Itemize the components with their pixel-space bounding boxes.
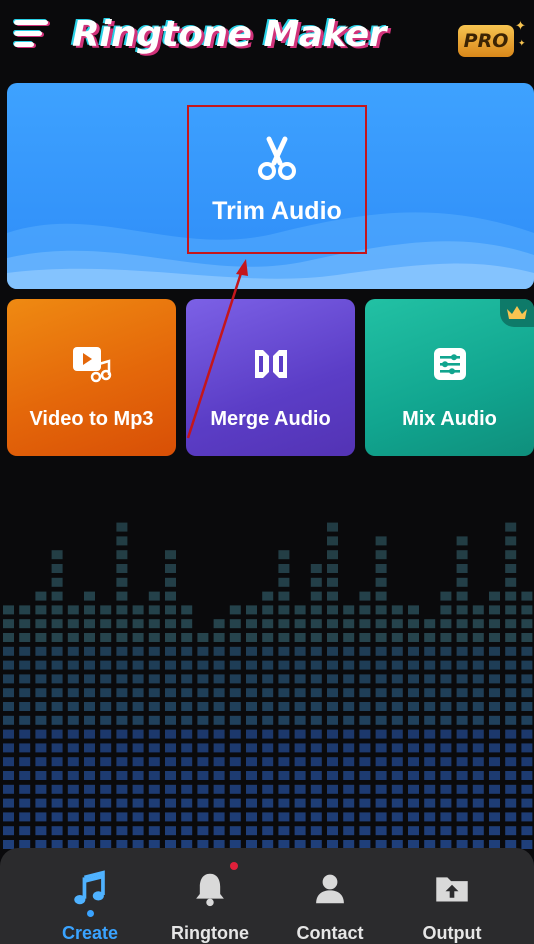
nav-ringtone[interactable]: Ringtone	[145, 848, 275, 944]
nav-output[interactable]: Output	[387, 848, 517, 944]
sparkle-icon: ✦	[518, 38, 526, 48]
mix-audio-card[interactable]: Mix Audio	[365, 299, 534, 456]
nav-ringtone-label: Ringtone	[171, 923, 249, 943]
menu-icon[interactable]	[14, 20, 50, 54]
nav-contact[interactable]: Contact	[265, 848, 395, 944]
nav-contact-label: Contact	[296, 923, 364, 943]
merge-audio-card[interactable]: Merge Audio	[186, 299, 355, 456]
merge-icon	[254, 350, 287, 378]
bottom-navigation: Create Ringtone Contact Output	[0, 848, 534, 944]
nav-create-label: Create	[61, 923, 119, 943]
active-indicator	[87, 910, 94, 917]
annotation-highlight-box	[187, 105, 367, 254]
sliders-icon	[433, 348, 466, 380]
video-music-icon	[72, 347, 111, 383]
app-header: Ringtone Maker PRO ✦ ✦	[0, 0, 534, 80]
sparkle-icon: ✦	[515, 18, 526, 33]
upload-folder-icon	[436, 877, 468, 902]
notification-dot	[230, 862, 238, 870]
equalizer-graphic	[3, 522, 533, 849]
app-title: Ringtone Maker	[72, 14, 386, 55]
merge-audio-label: Merge Audio	[210, 408, 331, 430]
nav-output-label: Output	[422, 923, 482, 943]
nav-create[interactable]: Create	[25, 848, 155, 944]
pro-button[interactable]: PRO	[458, 25, 514, 57]
video-to-mp3-label: Video to Mp3	[29, 408, 154, 430]
bell-icon	[196, 873, 224, 907]
crown-icon	[500, 299, 534, 327]
video-to-mp3-card[interactable]: Video to Mp3	[7, 299, 176, 456]
mix-audio-label: Mix Audio	[402, 408, 497, 430]
music-note-icon	[74, 870, 105, 905]
contact-icon	[316, 874, 344, 904]
